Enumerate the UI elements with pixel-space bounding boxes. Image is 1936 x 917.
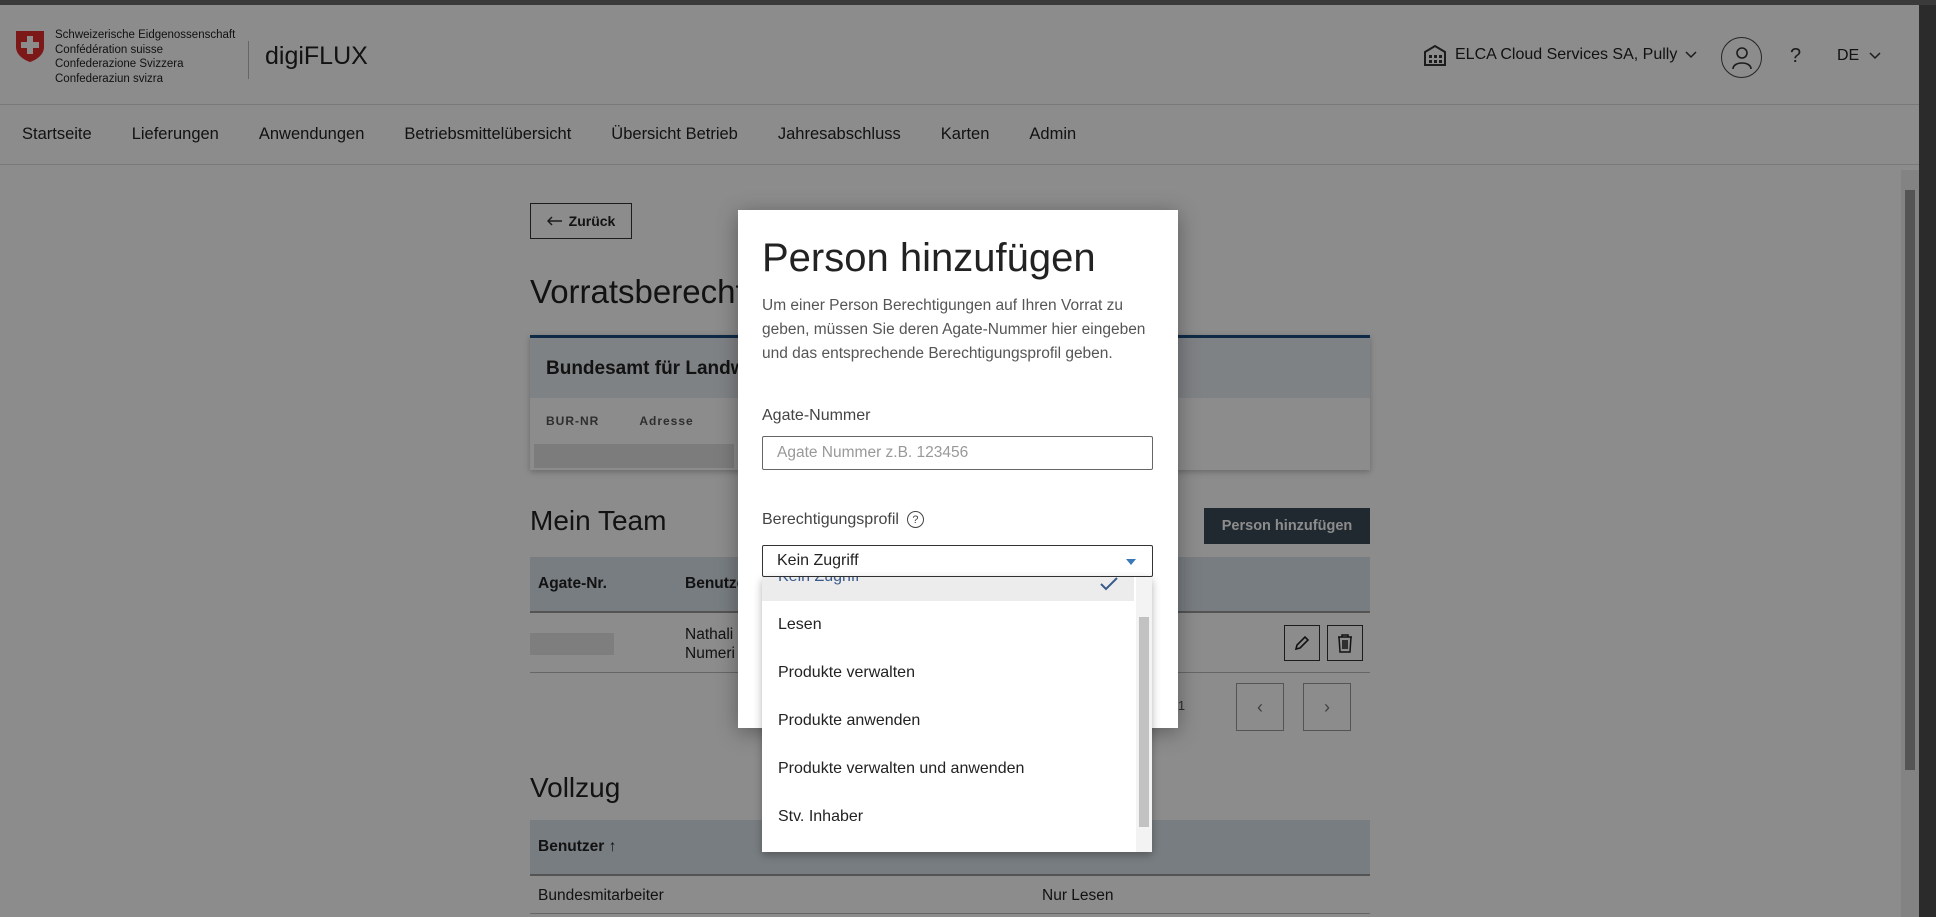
profile-label-wrap: Berechtigungsprofil? <box>762 511 924 529</box>
profile-select-value: Kein Zugriff <box>777 552 859 569</box>
profile-select[interactable]: Kein Zugriff <box>762 545 1153 577</box>
agate-label: Agate-Nummer <box>762 407 871 424</box>
caret-down-icon <box>1126 559 1136 565</box>
dropdown-option[interactable]: Lesen <box>762 601 1134 649</box>
dialog-description: Um einer Person Berechtigungen auf Ihren… <box>762 297 1146 362</box>
dropdown-option[interactable]: Stv. Inhaber <box>762 793 1134 841</box>
profile-label: Berechtigungsprofil <box>762 511 899 528</box>
scrollbar-thumb[interactable] <box>1139 617 1149 827</box>
option-label: Kein Zugriff <box>778 577 860 586</box>
dropdown-scrollbar[interactable] <box>1136 577 1152 852</box>
page: Schweizerische Eidgenossenschaft Confédé… <box>0 5 1919 917</box>
dropdown-option[interactable]: Produkte verwalten <box>762 649 1134 697</box>
profile-dropdown: Kein Zugriff Lesen Produkte verwalten Pr… <box>762 577 1152 852</box>
dropdown-option[interactable]: Produkte anwenden <box>762 697 1134 745</box>
app-window: Schweizerische Eidgenossenschaft Confédé… <box>0 0 1936 917</box>
agate-number-input[interactable] <box>762 436 1153 470</box>
help-circle-icon[interactable]: ? <box>906 511 924 529</box>
dialog-title: Person hinzufügen <box>762 236 1096 280</box>
window-edge <box>1919 5 1936 917</box>
dropdown-option[interactable]: Kein Zugriff <box>762 577 1134 601</box>
dropdown-option[interactable]: Produkte verwalten und anwenden <box>762 745 1134 793</box>
check-icon <box>1100 577 1118 591</box>
